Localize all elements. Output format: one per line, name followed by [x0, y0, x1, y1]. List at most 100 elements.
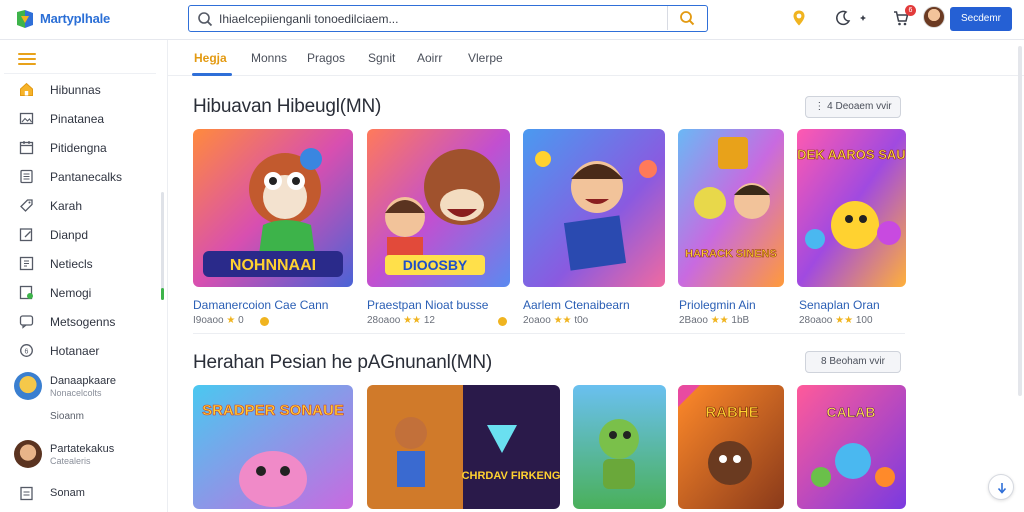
game-card[interactable] — [523, 129, 665, 287]
brand-name[interactable]: Martyplhale — [40, 11, 110, 26]
active-tab-indicator — [192, 73, 232, 76]
tab-pragos[interactable]: Pragos — [307, 51, 345, 65]
game-card[interactable]: CHRDAV FIRKENG — [367, 385, 560, 509]
game-card[interactable]: CALAB — [797, 385, 906, 509]
section-title: Hibuavan Hibeugl(MN) — [193, 96, 382, 117]
svg-text:6: 6 — [25, 348, 29, 355]
moon-icon[interactable] — [834, 9, 852, 27]
thumbnail-text: CALAB — [827, 404, 876, 420]
card-meta-suffix: 0 — [238, 315, 244, 326]
card-meta-suffix: t0o — [574, 315, 589, 326]
game-thumbnail: SODEK AAROS SAUNS — [797, 129, 906, 287]
thumbnail-text: NOHNNAAI — [230, 257, 316, 274]
sidebar: Hibunnas Pinatanea Pitidengna Pantanecal… — [0, 40, 168, 512]
game-thumbnail: CHRDAV FIRKENG — [367, 385, 560, 509]
star-rating: ★★ — [835, 315, 854, 326]
tab-sgnit[interactable]: Sgnit — [368, 51, 395, 65]
sidebar-menu-row — [4, 44, 156, 74]
sidebar-item-circle[interactable]: 6 Hotanaer — [0, 338, 160, 364]
sidebar-item-calendar[interactable]: Pitidengna — [0, 135, 160, 161]
edit-icon — [19, 228, 33, 242]
sidebar-item-list[interactable]: Pantanecalks — [0, 164, 160, 190]
sidebar-scroll-indicator — [161, 288, 164, 300]
sidebar-item-home[interactable]: Hibunnas — [0, 77, 160, 103]
tab-aoirr[interactable]: Aoirr — [417, 51, 442, 65]
card-title[interactable]: Senaplan Oran — [799, 298, 880, 312]
thumbnail-text: SODEK AAROS SAUNS — [797, 147, 906, 162]
home-icon — [20, 82, 33, 96]
card-meta: 2Baoo ★★ 1bB — [679, 315, 749, 326]
location-pin-icon[interactable] — [790, 9, 808, 27]
view-all-button[interactable]: 8 Beoham vvir — [805, 351, 901, 373]
sidebar-item-leaf[interactable]: Nemogi — [0, 280, 160, 306]
channel-item[interactable]: Partatekakus Catealeris — [14, 440, 164, 484]
thumbnail-text: DIOOSBY — [403, 257, 468, 273]
card-title[interactable]: Damanercoion Cae Cann — [193, 298, 328, 312]
sidebar-scrollbar[interactable] — [161, 192, 164, 300]
game-thumbnail: RABHE — [678, 385, 784, 509]
sidebar-item-label: Pinatanea — [50, 112, 105, 126]
card-title[interactable]: Priolegmin Ain — [679, 298, 756, 312]
sidebar-item-label: Pantanecalks — [50, 170, 123, 184]
sidebar-item-label: Netiecls — [50, 257, 93, 271]
calendar-icon — [19, 141, 34, 155]
view-all-button[interactable]: ⋮ 4 Deoaem vvir — [805, 96, 901, 118]
game-card[interactable]: HARACK SINENS — [678, 129, 784, 287]
card-meta-suffix: 100 — [855, 315, 873, 326]
sidebar-item-images[interactable]: Pinatanea — [0, 106, 160, 132]
sidebar-item-messages[interactable]: Metsogenns — [0, 309, 160, 335]
card-meta: 2oaoo ★★ t0o — [523, 315, 588, 326]
game-card[interactable]: NOHNNAAI — [193, 129, 353, 287]
notification-badge: 6 — [905, 5, 916, 16]
channel-avatar — [14, 440, 42, 468]
tag-icon — [20, 199, 33, 212]
user-avatar[interactable] — [923, 6, 945, 28]
star-rating: ★ — [226, 315, 236, 326]
game-thumbnail: SRADPER SONAUE — [193, 385, 353, 509]
hamburger-menu-icon[interactable] — [18, 53, 36, 65]
search-bar — [188, 5, 708, 32]
game-thumbnail: NOHNNAAI — [193, 129, 353, 287]
sidebar-item-label: Hibunnas — [50, 83, 101, 97]
thumbnail-text: HARACK SINENS — [685, 248, 777, 260]
channel-subtitle: Catealeris — [50, 456, 91, 466]
tab-monns[interactable]: Monns — [251, 51, 287, 65]
circle-icon: 6 — [20, 344, 33, 357]
sidebar-item-tag[interactable]: Karah — [0, 193, 160, 219]
search-input[interactable] — [219, 10, 659, 28]
app-logo-icon[interactable] — [14, 8, 36, 30]
card-meta-suffix: 1bB — [731, 315, 750, 326]
game-thumbnail — [523, 129, 665, 287]
channel-name: Partatekakus — [50, 443, 115, 455]
game-card[interactable]: SRADPER SONAUE — [193, 385, 353, 509]
thumbnail-text: CHRDAV FIRKENG — [462, 470, 560, 482]
card-meta-prefix: 28oaoo — [799, 315, 833, 326]
game-card[interactable]: DIOOSBY — [367, 129, 510, 287]
scroll-top-button[interactable] — [988, 474, 1014, 500]
search-button[interactable] — [667, 6, 707, 30]
game-card[interactable]: SODEK AAROS SAUNS — [797, 129, 906, 287]
tab-vlerpe[interactable]: Vlerpe — [468, 51, 503, 65]
sidebar-item-edit[interactable]: Dianpd — [0, 222, 160, 248]
sidebar-item-grid[interactable]: Netiecls — [0, 251, 160, 277]
game-card[interactable]: RABHE — [678, 385, 784, 509]
card-meta: 28oaoo ★★ 12 — [367, 315, 435, 326]
game-thumbnail: CALAB — [797, 385, 906, 509]
tab-home[interactable]: Hegja — [194, 51, 227, 65]
game-card[interactable] — [573, 385, 666, 509]
section-divider — [193, 333, 905, 334]
sidebar-item-label: Sonam — [50, 487, 85, 499]
card-meta-suffix: 12 — [423, 315, 435, 326]
sidebar-item-label: Karah — [50, 199, 83, 213]
sparkle-icon[interactable] — [855, 9, 873, 27]
header-primary-button[interactable]: Secdemr — [950, 7, 1012, 31]
tab-bar: Hegja Monns Pragos Sgnit Aoirr Vlerpe — [168, 40, 1024, 76]
page-scrollbar[interactable] — [1018, 46, 1022, 396]
card-title[interactable]: Aarlem Ctenaibearn — [523, 298, 630, 312]
arrow-down-icon — [997, 483, 1007, 494]
sidebar-small-label: Sioanm — [50, 411, 84, 422]
card-title[interactable]: Praestpan Nioat busse — [367, 298, 488, 312]
card-meta-prefix: 2oaoo — [523, 315, 551, 326]
channel-item[interactable]: Danaapkaare Nonacelcolts — [14, 372, 164, 416]
sidebar-item-footer[interactable]: Sonam — [0, 481, 160, 507]
